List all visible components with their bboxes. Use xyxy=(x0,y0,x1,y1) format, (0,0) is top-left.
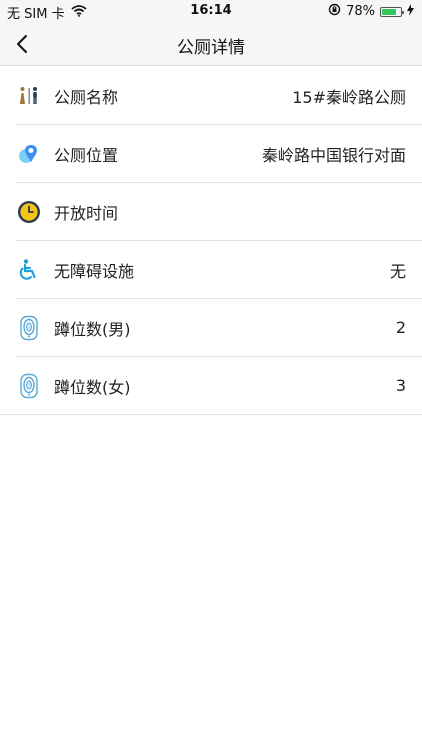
row-male-stalls: 蹲位数(男) 2 xyxy=(16,299,422,357)
orientation-lock-icon xyxy=(328,3,341,20)
row-value: 2 xyxy=(395,318,406,337)
row-value: 无 xyxy=(389,261,406,281)
wheelchair-icon xyxy=(16,257,42,283)
row-value: 3 xyxy=(395,376,406,395)
row-accessibility: 无障碍设施 无 xyxy=(16,241,422,299)
row-toilet-name: 公厕名称 15#秦岭路公厕 xyxy=(16,67,422,125)
row-label: 蹲位数(女) xyxy=(54,377,131,397)
row-label: 开放时间 xyxy=(54,203,119,223)
row-label: 公厕位置 xyxy=(54,145,119,165)
squat-toilet-icon xyxy=(16,315,42,341)
row-label: 公厕名称 xyxy=(54,87,119,107)
row-value: 15#秦岭路公厕 xyxy=(292,87,406,107)
row-opening-hours: 开放时间 xyxy=(16,183,422,241)
row-label: 蹲位数(男) xyxy=(54,319,131,339)
detail-list: 公厕名称 15#秦岭路公厕 公厕位置 秦岭路中国银行对面 开放时间 无障碍设施 … xyxy=(0,67,422,415)
battery-fill xyxy=(382,8,396,15)
page-title: 公厕详情 xyxy=(177,38,245,58)
row-value: 秦岭路中国银行对面 xyxy=(261,145,406,165)
clock-icon xyxy=(16,199,42,225)
location-pin-icon xyxy=(16,141,42,167)
nav-bar: 公厕详情 xyxy=(0,22,422,66)
toilet-icon xyxy=(16,83,42,109)
row-female-stalls: 蹲位数(女) 3 xyxy=(0,357,422,415)
battery-icon xyxy=(380,6,404,17)
status-right: 78% xyxy=(328,3,414,20)
row-toilet-location: 公厕位置 秦岭路中国银行对面 xyxy=(16,125,422,183)
status-bar: 无 SIM 卡 16:14 78% xyxy=(0,0,422,22)
row-label: 无障碍设施 xyxy=(54,261,135,281)
battery-percent: 78% xyxy=(346,4,375,19)
squat-toilet-icon xyxy=(16,373,42,399)
charging-icon xyxy=(407,3,414,20)
